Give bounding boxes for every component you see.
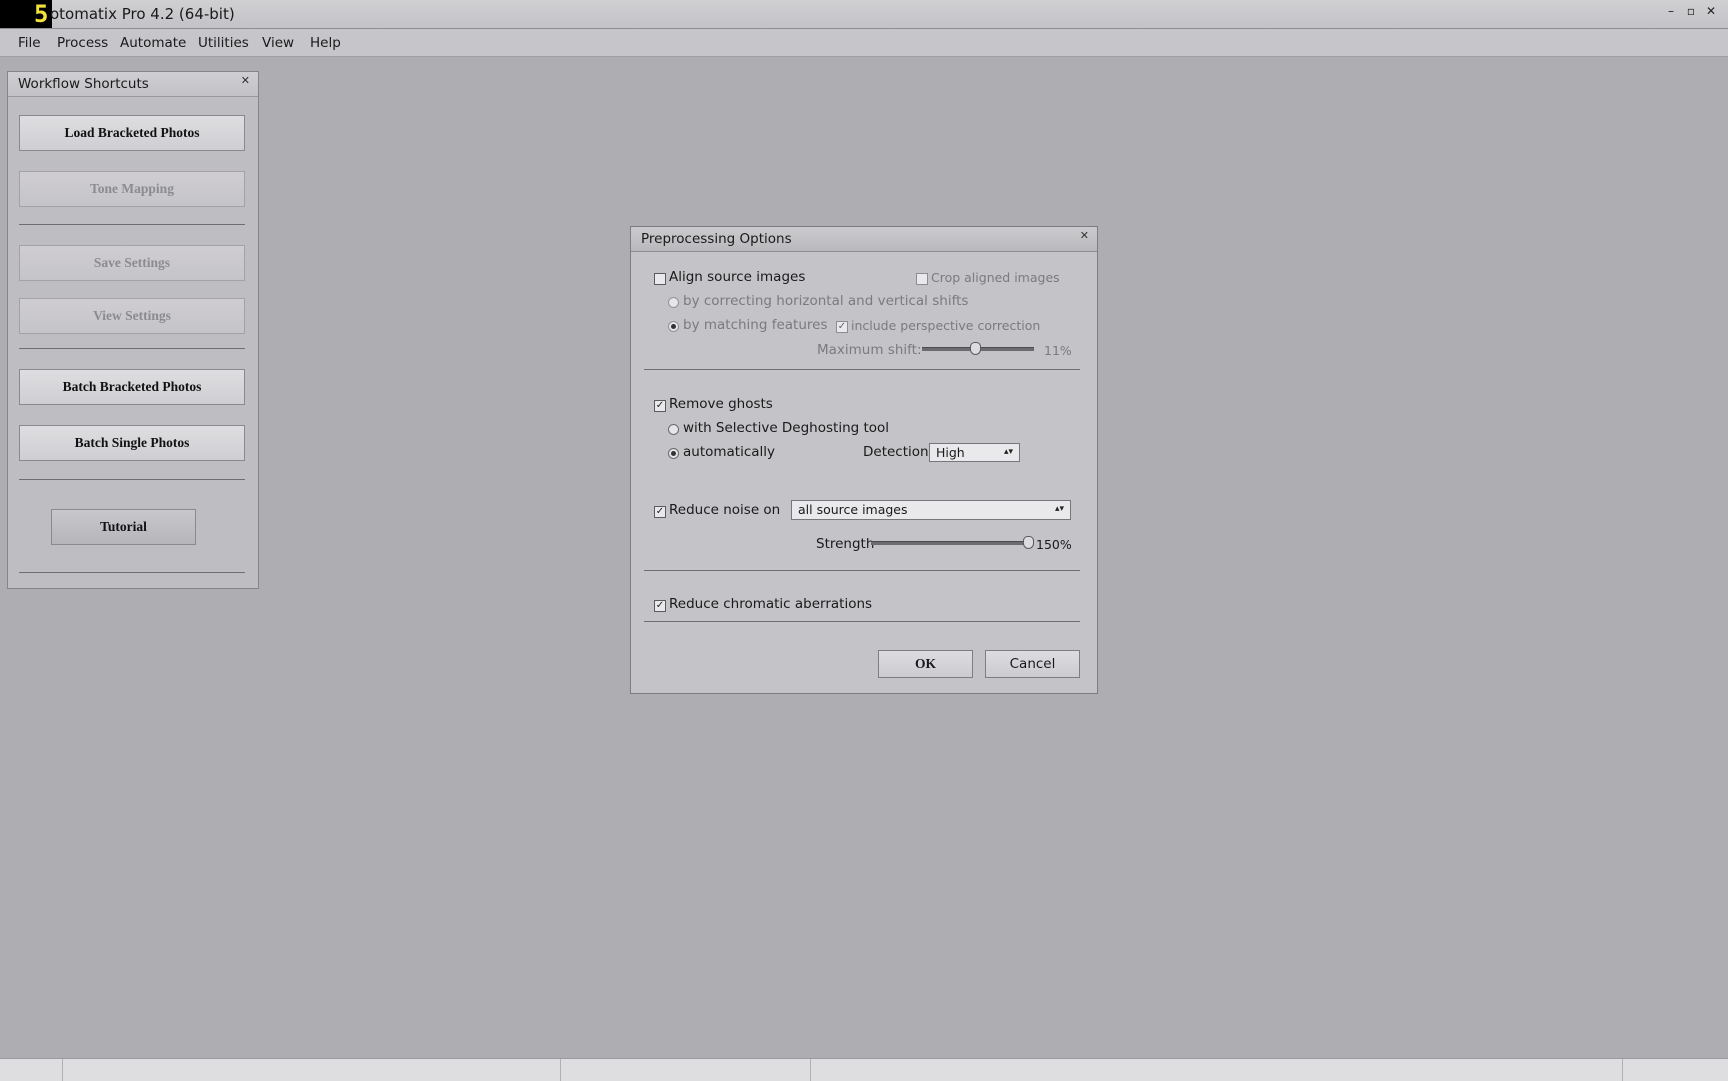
detection-select[interactable]: High ▴▾ [929,443,1020,462]
deghosting-tool-label: with Selective Deghosting tool [683,420,890,436]
strength-label: Strength [816,536,875,552]
dialog-title: Preprocessing Options [641,231,792,247]
status-pane-divider [62,1059,64,1081]
reduce-noise-checkbox[interactable]: ✓ [654,506,666,518]
divider [644,570,1080,571]
reduce-noise-label: Reduce noise on [669,502,781,518]
tutorial-button[interactable]: Tutorial [51,509,196,545]
max-shift-label: Maximum shift: [817,342,922,358]
batch-bracketed-photos-button[interactable]: Batch Bracketed Photos [19,369,245,405]
strength-value: 150% [1036,537,1072,552]
batch-single-photos-button[interactable]: Batch Single Photos [19,425,245,461]
detection-value: High [936,445,965,460]
perspective-correction-checkbox[interactable]: ✓ [836,321,848,333]
strength-slider-track[interactable] [871,541,1031,545]
perspective-correction-label: include perspective correction [851,318,1041,333]
window-title: otomatix Pro 4.2 (64-bit) [50,5,235,23]
save-settings-button[interactable]: Save Settings [19,245,245,281]
menu-utilities[interactable]: Utilities [198,35,249,51]
deghost-auto-label: automatically [683,444,776,460]
dialog-header: Preprocessing Options ✕ [631,227,1097,252]
menu-automate[interactable]: Automate [120,35,186,51]
status-pane-divider [1622,1059,1624,1081]
workflow-panel-header: Workflow Shortcuts ✕ [8,72,258,97]
load-bracketed-photos-button[interactable]: Load Bracketed Photos [19,115,245,151]
divider [19,479,245,480]
crop-aligned-images-checkbox[interactable] [916,273,928,285]
workflow-shortcuts-panel: Workflow Shortcuts ✕ Load Bracketed Phot… [7,71,259,589]
menu-help[interactable]: Help [310,35,341,51]
menu-view[interactable]: View [262,35,294,51]
close-icon[interactable]: ✕ [1080,229,1089,242]
divider [644,621,1080,622]
noise-target-value: all source images [798,502,908,517]
reduce-chromatic-aberrations-checkbox[interactable]: ✓ [654,600,666,612]
workflow-panel-title: Workflow Shortcuts [18,76,149,92]
status-pane-divider [560,1059,562,1081]
align-features-radio[interactable] [668,321,679,332]
align-source-images-checkbox[interactable] [654,273,666,285]
max-shift-slider-thumb[interactable] [970,342,981,355]
menu-file[interactable]: File [18,35,41,51]
close-icon[interactable]: ✕ [1704,3,1718,19]
divider [19,348,245,349]
cancel-button[interactable]: Cancel [985,650,1080,678]
updown-arrow-icon: ▴▾ [1003,447,1013,457]
status-bar [0,1058,1728,1081]
menu-bar: File Process Automate Utilities View Hel… [0,29,1728,57]
deghost-auto-radio[interactable] [668,448,679,459]
reduce-chromatic-aberrations-label: Reduce chromatic aberrations [669,596,873,612]
preprocessing-options-dialog: Preprocessing Options ✕ Align source ima… [630,226,1098,694]
divider [19,224,245,225]
status-pane-divider [810,1059,812,1081]
window-controls: – ▫ ✕ [1664,3,1718,19]
detection-label: Detection: [863,444,934,460]
menu-process[interactable]: Process [57,35,108,51]
align-source-images-label: Align source images [669,269,806,285]
align-shifts-radio[interactable] [668,297,679,308]
align-features-label: by matching features [683,317,828,333]
align-shifts-label: by correcting horizontal and vertical sh… [683,293,969,309]
deghosting-tool-radio[interactable] [668,424,679,435]
app-icon: 5 [0,0,52,28]
divider [644,369,1080,370]
crop-aligned-images-label: Crop aligned images [931,270,1060,285]
remove-ghosts-checkbox[interactable]: ✓ [654,400,666,412]
view-settings-button[interactable]: View Settings [19,298,245,334]
max-shift-value: 11% [1044,343,1072,358]
noise-target-select[interactable]: all source images ▴▾ [791,500,1071,520]
minimize-icon[interactable]: – [1664,3,1678,19]
remove-ghosts-label: Remove ghosts [669,396,773,412]
strength-slider-thumb[interactable] [1023,536,1034,549]
divider [19,572,245,573]
restore-icon[interactable]: ▫ [1684,3,1698,19]
close-icon[interactable]: ✕ [241,74,250,87]
updown-arrow-icon: ▴▾ [1054,504,1064,514]
tone-mapping-button[interactable]: Tone Mapping [19,171,245,207]
ok-button[interactable]: OK [878,650,973,678]
title-bar: 5 otomatix Pro 4.2 (64-bit) – ▫ ✕ [0,0,1728,29]
